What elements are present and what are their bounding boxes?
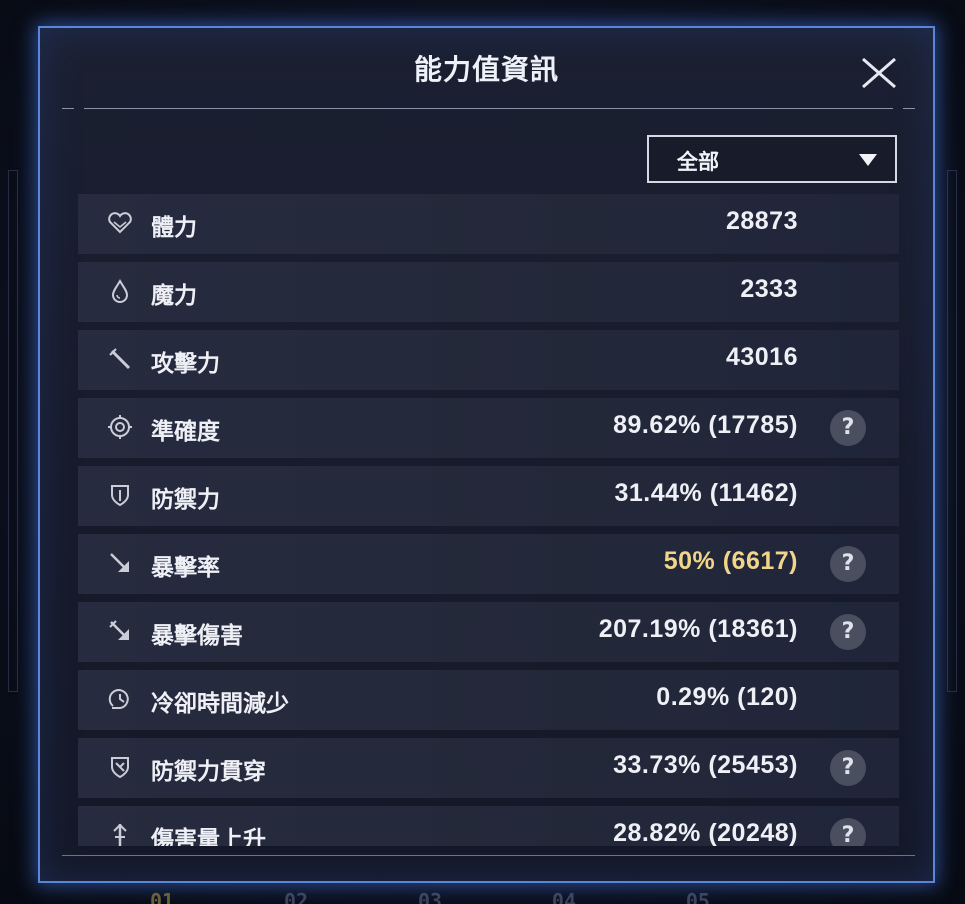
close-x-icon xyxy=(862,57,896,89)
background-tab-number: 02 xyxy=(283,889,309,904)
stat-filter-dropdown[interactable]: 全部 xyxy=(647,135,897,183)
background-tab-number: 04 xyxy=(551,889,576,904)
background-tab-number: 05 xyxy=(685,889,710,904)
help-button[interactable]: ? xyxy=(830,614,866,650)
stat-value: 43016 xyxy=(725,343,798,371)
droplet-icon xyxy=(111,278,129,303)
background-tab-number: 01 xyxy=(150,889,175,904)
stat-label: 攻擊力 xyxy=(151,351,220,377)
dialog-title: 能力值資訊 xyxy=(413,53,559,86)
help-button[interactable]: ? xyxy=(830,750,866,786)
stat-value: 0.29% (120) xyxy=(656,683,798,711)
dropdown-selected-value: 全部 xyxy=(677,150,719,174)
stat-value: 33.73% (25453) xyxy=(613,751,798,779)
stat-row-mp: 魔力 2333 xyxy=(78,262,899,322)
background-tab-number: 03 xyxy=(417,889,443,904)
stat-row-accuracy: 準確度 89.62% (17785) ? xyxy=(78,398,899,458)
background-rail-left xyxy=(8,170,18,692)
background-tab-numbers: 01 02 03 04 05 xyxy=(150,886,710,904)
stat-label: 防禦力貫穿 xyxy=(151,759,266,785)
stats-info-dialog: 能力值資訊 全部 體力 28873 魔力 2333 攻擊力 43016 準確度 … xyxy=(38,26,935,883)
stat-value: 89.62% (17785) xyxy=(613,411,798,439)
bottom-divider xyxy=(62,855,915,856)
cooldown-icon xyxy=(108,689,129,709)
help-button[interactable]: ? xyxy=(830,818,866,846)
stat-label: 魔力 xyxy=(151,283,197,309)
stat-row-attack: 攻擊力 43016 xyxy=(78,330,899,390)
sword-icon xyxy=(109,348,131,370)
critical-damage-icon xyxy=(109,620,129,640)
stat-value: 31.44% (11462) xyxy=(614,479,798,507)
background-rail-right xyxy=(947,170,957,692)
close-button[interactable] xyxy=(860,56,898,90)
help-button[interactable]: ? xyxy=(830,410,866,446)
stat-value: 28.82% (20248) xyxy=(613,819,798,846)
critical-arrow-icon xyxy=(110,553,129,572)
stats-list[interactable]: 體力 28873 魔力 2333 攻擊力 43016 準確度 89.62% (1… xyxy=(78,194,899,846)
stat-label: 暴擊率 xyxy=(151,555,220,581)
stat-row-hp: 體力 28873 xyxy=(78,194,899,254)
shield-icon xyxy=(111,485,129,507)
shield-pierce-icon xyxy=(111,757,129,779)
stat-row-armor-pierce: 防禦力貫穿 33.73% (25453) ? xyxy=(78,738,899,798)
stat-value: 207.19% (18361) xyxy=(598,615,798,643)
heart-icon xyxy=(108,212,132,234)
title-divider xyxy=(62,108,915,110)
help-button[interactable]: ? xyxy=(830,546,866,582)
stat-label: 暴擊傷害 xyxy=(151,623,243,649)
damage-up-icon xyxy=(113,823,127,846)
target-icon xyxy=(108,415,132,439)
stat-value: 50% (6617) xyxy=(663,547,798,575)
stat-label: 準確度 xyxy=(151,419,220,445)
stat-label: 體力 xyxy=(151,215,197,241)
stat-row-damage-up: 傷害量上升 28.82% (20248) ? xyxy=(78,806,899,846)
stat-label: 傷害量上升 xyxy=(151,827,266,846)
stat-value: 2333 xyxy=(740,275,798,303)
stat-row-cooldown: 冷卻時間減少 0.29% (120) xyxy=(78,670,899,730)
stat-row-defense: 防禦力 31.44% (11462) xyxy=(78,466,899,526)
stat-row-crit-rate: 暴擊率 50% (6617) ? xyxy=(78,534,899,594)
stat-row-crit-damage: 暴擊傷害 207.19% (18361) ? xyxy=(78,602,899,662)
stat-label: 防禦力 xyxy=(151,487,220,513)
triangle-down-icon xyxy=(859,154,877,166)
stat-label: 冷卻時間減少 xyxy=(151,691,289,717)
stat-value: 28873 xyxy=(725,207,798,235)
